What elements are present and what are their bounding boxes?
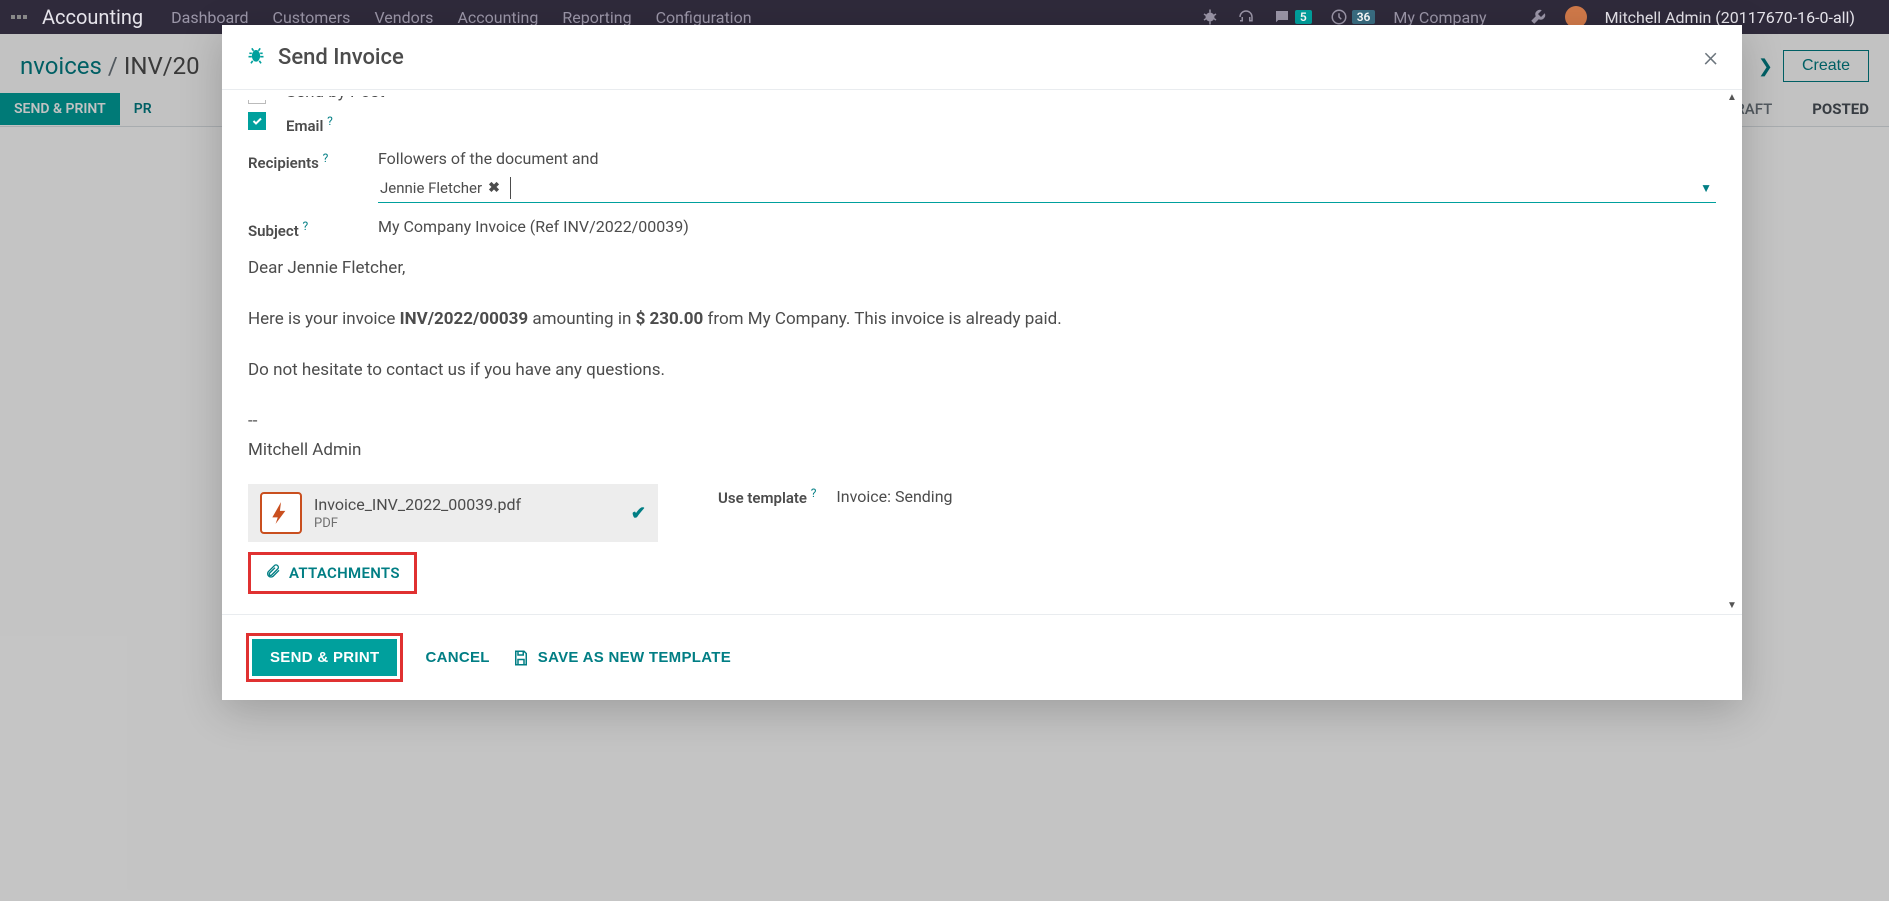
subject-row: Subject ? My Company Invoice (Ref INV/20… (248, 217, 1716, 240)
modal-body: ▲ ▼ Send by Post Email ? Recipients ? Fo… (222, 90, 1742, 614)
template-block: Use template ? Invoice: Sending (718, 484, 953, 507)
breadcrumb-sep: / (108, 52, 118, 80)
bug-icon[interactable] (246, 45, 266, 69)
apps-grid-icon[interactable] (10, 14, 30, 20)
messages-badge: 5 (1295, 10, 1312, 24)
cancel-button[interactable]: CANCEL (425, 649, 489, 666)
attachment-row: Invoice_INV_2022_00039.pdf PDF ✔ ATTACHM… (248, 484, 1716, 594)
nav-configuration[interactable]: Configuration (656, 8, 752, 27)
close-icon[interactable]: × (1703, 43, 1718, 71)
body-greeting: Dear Jennie Fletcher, (248, 254, 1716, 283)
body-signature: -- Mitchell Admin (248, 407, 1716, 465)
modal-header: Send Invoice × (222, 25, 1742, 90)
send-by-post-row-partial: Send by Post (248, 96, 1716, 108)
bg-pr-button[interactable]: PR (120, 93, 166, 125)
bug-icon[interactable] (1201, 8, 1219, 26)
breadcrumb-current: INV/20 (124, 52, 200, 80)
attachments-button[interactable]: ATTACHMENTS (248, 552, 417, 594)
nav-accounting[interactable]: Accounting (457, 8, 538, 27)
attachment-filename: Invoice_INV_2022_00039.pdf (314, 495, 521, 514)
attachment-filetype: PDF (314, 516, 521, 531)
activities-badge: 36 (1352, 10, 1376, 24)
nav-customers[interactable]: Customers (273, 8, 351, 27)
pager-next[interactable]: ❯ (1748, 52, 1783, 81)
pdf-icon (260, 492, 302, 534)
email-checkbox[interactable] (248, 112, 266, 130)
subject-label: Subject ? (248, 217, 378, 240)
send-invoice-modal: Send Invoice × ▲ ▼ Send by Post Email ? … (222, 25, 1742, 700)
scroll-up-icon[interactable]: ▲ (1726, 92, 1738, 104)
headset-icon[interactable] (1237, 8, 1255, 26)
attachment-card[interactable]: Invoice_INV_2022_00039.pdf PDF ✔ (248, 484, 658, 542)
email-option-row: Email ? (248, 112, 1716, 135)
messages-indicator[interactable]: 5 (1273, 8, 1312, 26)
subject-value[interactable]: My Company Invoice (Ref INV/2022/00039) (378, 217, 1716, 236)
dropdown-icon[interactable]: ▼ (1700, 181, 1712, 195)
company-name[interactable]: My Company (1393, 8, 1486, 27)
status-posted[interactable]: POSTED (1792, 92, 1889, 126)
modal-title: Send Invoice (278, 45, 404, 70)
bg-send-print-button[interactable]: SEND & PRINT (0, 93, 120, 125)
breadcrumb-parent[interactable]: nvoices (20, 52, 102, 80)
text-cursor (510, 177, 511, 199)
nav-vendors[interactable]: Vendors (374, 8, 433, 27)
modal-footer: SEND & PRINT CANCEL SAVE AS NEW TEMPLATE (222, 614, 1742, 700)
use-template-label: Use template ? (718, 486, 816, 507)
email-label: Email ? (286, 112, 333, 135)
nav-reporting[interactable]: Reporting (562, 8, 631, 27)
activities-indicator[interactable]: 36 (1330, 8, 1376, 26)
wrench-icon[interactable] (1529, 8, 1547, 26)
nav-dashboard[interactable]: Dashboard (171, 8, 248, 27)
body-line1: Here is your invoice INV/2022/00039 amou… (248, 305, 1716, 334)
save-icon (512, 649, 530, 667)
paperclip-icon (265, 563, 281, 583)
send-print-highlight: SEND & PRINT (246, 633, 403, 682)
body-line2: Do not hesitate to contact us if you hav… (248, 356, 1716, 385)
recipients-input[interactable]: Jennie Fletcher ✖ ▼ (378, 174, 1716, 203)
followers-text: Followers of the document and (378, 149, 1716, 168)
create-button[interactable]: Create (1783, 50, 1869, 82)
remove-tag-icon[interactable]: ✖ (488, 180, 500, 196)
send-print-button[interactable]: SEND & PRINT (252, 639, 397, 676)
scroll-down-icon[interactable]: ▼ (1726, 600, 1738, 612)
module-title[interactable]: Accounting (42, 5, 143, 29)
recipients-label: Recipients ? (248, 149, 378, 172)
user-name[interactable]: Mitchell Admin (20117670-16-0-all) (1605, 8, 1855, 27)
email-body[interactable]: Dear Jennie Fletcher, Here is your invoi… (248, 254, 1716, 464)
attachment-check-icon: ✔ (631, 503, 646, 524)
recipient-tag: Jennie Fletcher ✖ (378, 177, 502, 199)
recipients-row: Recipients ? Followers of the document a… (248, 149, 1716, 203)
use-template-value[interactable]: Invoice: Sending (836, 487, 952, 506)
save-template-button[interactable]: SAVE AS NEW TEMPLATE (512, 649, 731, 667)
